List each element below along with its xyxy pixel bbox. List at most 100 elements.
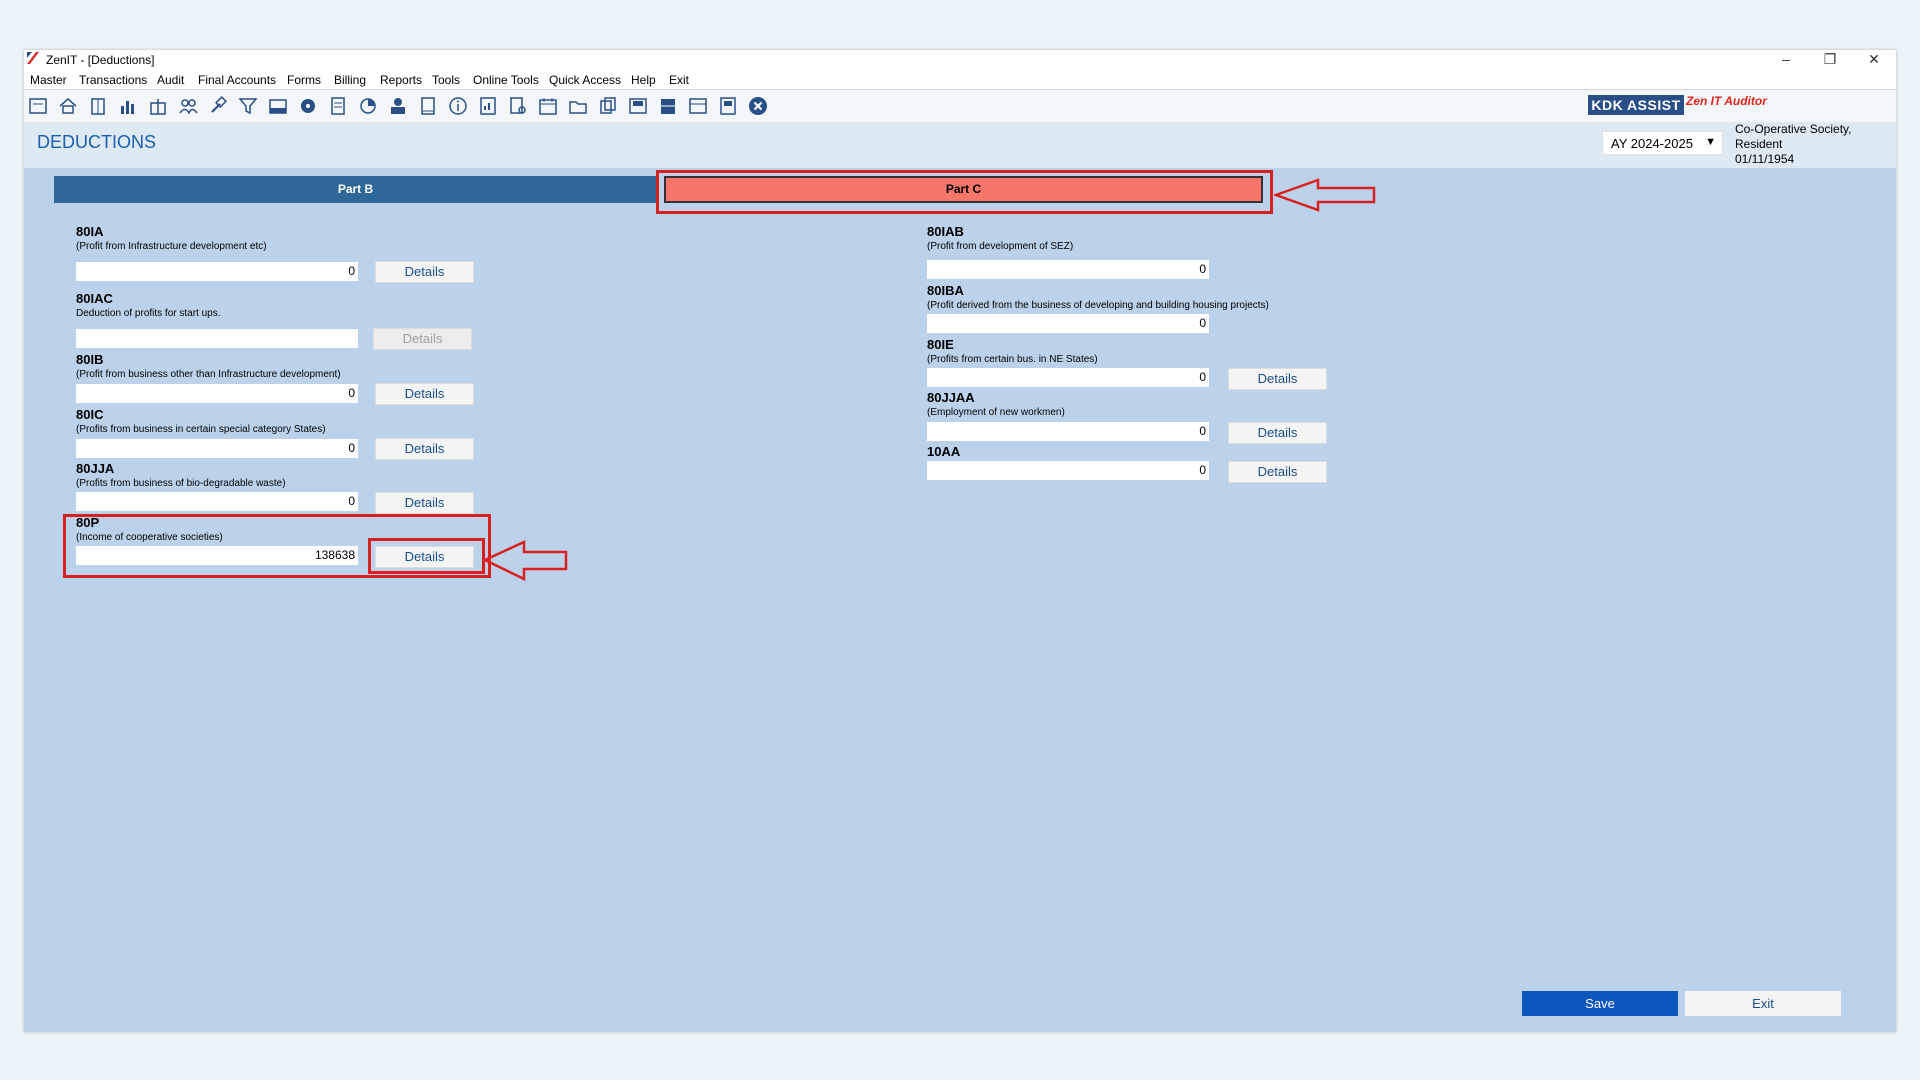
section-code: 80JJA — [76, 461, 115, 476]
section-description: (Profits from business of bio-degradable… — [76, 478, 286, 489]
deduction-80ia: 80IA (Profit from Infrastructure develop… — [76, 224, 267, 252]
deduction-80jjaa: 80JJAA (Employment of new workmen) — [927, 390, 1065, 418]
amount-field[interactable]: 0 — [927, 260, 1209, 279]
details-button[interactable]: Details — [1228, 368, 1327, 390]
section-code: 80IAC — [76, 291, 113, 306]
menu-quick-access[interactable]: Quick Access — [549, 73, 621, 87]
pie-chart-icon[interactable] — [357, 95, 379, 117]
ico-icon[interactable] — [687, 95, 709, 117]
amount-field[interactable]: 0 — [927, 422, 1209, 441]
home-icon[interactable] — [57, 95, 79, 117]
pay-icon[interactable] — [387, 95, 409, 117]
section-description: (Profit from development of SEZ) — [927, 241, 1074, 252]
close-window-button[interactable]: ✕ — [1852, 50, 1896, 70]
assessee-status: Co-Operative Society, — [1735, 122, 1852, 136]
info-icon[interactable] — [447, 95, 469, 117]
bs-icon[interactable] — [627, 95, 649, 117]
ledger-icon[interactable] — [717, 95, 739, 117]
details-button[interactable]: Details — [375, 261, 474, 283]
deduction-10aa: 10AA — [927, 444, 960, 459]
folder-icon[interactable] — [567, 95, 589, 117]
open-file-icon[interactable] — [27, 95, 49, 117]
details-highlight-box — [368, 538, 485, 574]
window-title: ZenIT - [Deductions] — [46, 53, 155, 67]
section-code: 80IC — [76, 407, 104, 422]
title-bar: ZenIT - [Deductions] – ❐ ✕ — [24, 50, 1896, 70]
section-code: 80IAB — [927, 224, 964, 239]
save-button[interactable]: Save — [1522, 991, 1678, 1016]
tax-icon[interactable] — [267, 95, 289, 117]
gift-icon[interactable] — [147, 95, 169, 117]
section-description: (Employment of new workmen) — [927, 407, 1065, 418]
close-circle-icon[interactable] — [747, 95, 769, 117]
menu-transactions[interactable]: Transactions — [79, 73, 147, 87]
section-description: (Profits from certain bus. in NE States) — [927, 354, 1098, 365]
users-icon[interactable] — [177, 95, 199, 117]
assessment-year-select[interactable]: AY 2024-2025 ▼ — [1602, 131, 1723, 155]
left-arrow-icon — [482, 540, 568, 581]
amount-field[interactable]: 0 — [927, 461, 1209, 480]
product-name: Zen IT Auditor — [1686, 94, 1767, 108]
calendar-icon[interactable] — [537, 95, 559, 117]
menu-exit[interactable]: Exit — [669, 73, 689, 87]
section-code: 80IBA — [927, 283, 964, 298]
assessee-info: Co-Operative Society, Resident 01/11/195… — [1735, 122, 1852, 167]
filter-icon[interactable] — [237, 95, 259, 117]
amount-field[interactable]: 0 — [76, 492, 358, 511]
bar-chart-icon[interactable] — [117, 95, 139, 117]
book-icon[interactable] — [417, 95, 439, 117]
restore-button[interactable]: ❐ — [1808, 50, 1852, 70]
amount-field[interactable]: 0 — [76, 384, 358, 403]
section-code: 80JJAA — [927, 390, 975, 405]
page-title: DEDUCTIONS — [37, 132, 157, 152]
deduction-80jja: 80JJA (Profits from business of bio-degr… — [76, 461, 286, 489]
menu-billing[interactable]: Billing — [334, 73, 366, 87]
deduction-80iac: 80IAC Deduction of profits for start ups… — [76, 291, 221, 319]
tab-part-b[interactable]: Part B — [54, 176, 657, 203]
menu-online-tools[interactable]: Online Tools — [473, 73, 539, 87]
deduction-80iab: 80IAB (Profit from development of SEZ) — [927, 224, 1073, 252]
exit-button[interactable]: Exit — [1685, 991, 1841, 1016]
menu-bar: Master Transactions Audit Final Accounts… — [24, 70, 1896, 90]
menu-audit[interactable]: Audit — [157, 73, 184, 87]
amount-field[interactable]: 0 — [76, 439, 358, 458]
section-description: Deduction of profits for start ups. — [76, 308, 221, 319]
minimize-button[interactable]: – — [1764, 50, 1808, 70]
section-description: (Profits from business in certain specia… — [76, 424, 326, 435]
details-button[interactable]: Details — [375, 492, 474, 514]
application-window: ZenIT - [Deductions] – ❐ ✕ Master Transa… — [24, 50, 1896, 1032]
section-description: (Profit from Infrastructure development … — [76, 241, 267, 252]
details-button[interactable]: Details — [375, 438, 474, 460]
cabinet-icon[interactable] — [657, 95, 679, 117]
document-search-icon[interactable] — [507, 95, 529, 117]
copy-icon[interactable] — [597, 95, 619, 117]
menu-help[interactable]: Help — [631, 73, 656, 87]
deduction-80ib: 80IB (Profit from business other than In… — [76, 352, 341, 380]
disc-icon[interactable] — [297, 95, 319, 117]
left-arrow-icon — [1274, 178, 1376, 212]
building-icon[interactable] — [87, 95, 109, 117]
deduction-80ie: 80IE (Profits from certain bus. in NE St… — [927, 337, 1098, 365]
menu-final-accounts[interactable]: Final Accounts — [198, 73, 276, 87]
amount-field[interactable]: 0 — [927, 368, 1209, 387]
kdk-assist-logo: KDK ASSIST — [1588, 95, 1684, 115]
calculator-icon[interactable] — [327, 95, 349, 117]
menu-forms[interactable]: Forms — [287, 73, 321, 87]
amount-field[interactable]: 0 — [76, 262, 358, 281]
details-button[interactable]: Details — [1228, 461, 1327, 483]
menu-master[interactable]: Master — [30, 73, 67, 87]
section-code: 80IB — [76, 352, 104, 367]
amount-field[interactable] — [76, 329, 358, 348]
details-button[interactable]: Details — [1228, 422, 1327, 444]
tab-highlight-box — [656, 170, 1273, 214]
gavel-icon[interactable] — [207, 95, 229, 117]
deduction-80iba: 80IBA (Profit derived from the business … — [927, 283, 1269, 311]
menu-tools[interactable]: Tools — [432, 73, 460, 87]
amount-field[interactable]: 0 — [927, 314, 1209, 333]
details-button[interactable]: Details — [375, 383, 474, 405]
chevron-down-icon[interactable]: ▼ — [1705, 136, 1716, 148]
section-code: 10AA — [927, 444, 961, 459]
menu-reports[interactable]: Reports — [380, 73, 422, 87]
section-code: 80IE — [927, 337, 954, 352]
report-icon[interactable] — [477, 95, 499, 117]
